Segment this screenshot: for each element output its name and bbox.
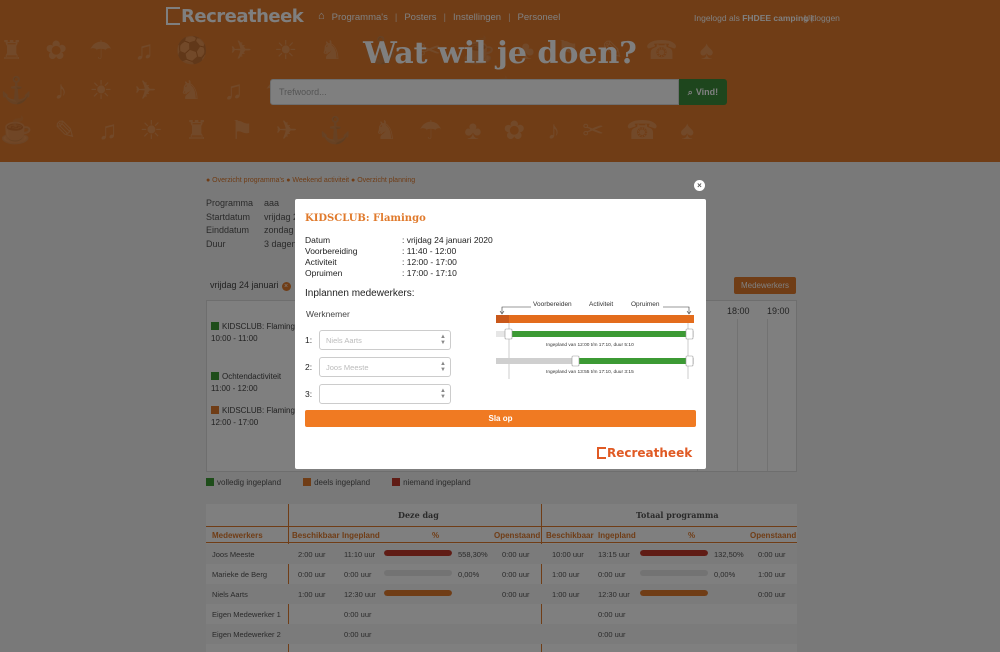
save-button[interactable]: Sla op [305, 410, 696, 427]
schedule-diagram: Voorbereiden Activiteit Opruimen Ingepla… [495, 299, 700, 379]
slider-handle [571, 355, 580, 367]
slot-1-summary: Ingepland van 12:00 t/m 17:10, duur 5:10 [546, 343, 634, 348]
modal-title: KIDSCLUB: Flamingo [305, 213, 426, 224]
planned-bar-1 [509, 331, 689, 337]
planned-bar-2 [576, 358, 689, 364]
activity-info: Datum: vrijdag 24 januari 2020 Voorberei… [305, 235, 493, 278]
prep-bar [496, 315, 509, 323]
planning-modal: KIDSCLUB: Flamingo Datum: vrijdag 24 jan… [295, 199, 706, 469]
chevron-updown-icon: ▲ ▼ [440, 388, 446, 400]
employee-column-label: Werknemer [306, 309, 350, 319]
slider-handle [504, 328, 513, 340]
employee-select[interactable]: ▲ ▼ [319, 384, 451, 404]
employee-select[interactable]: Joos Meeste ▲ ▼ [319, 357, 451, 377]
close-icon[interactable]: × [694, 180, 705, 191]
chevron-updown-icon: ▲ ▼ [440, 334, 446, 346]
modal-logo: Recreatheek [597, 446, 692, 460]
activity-bar [496, 315, 694, 323]
slot-2-summary: Ingepland van 13:55 t/m 17:10, duur 3:15 [546, 370, 634, 375]
slider-handle [685, 355, 694, 367]
section-title: Inplannen medewerkers: [305, 288, 415, 299]
slider-handle [685, 328, 694, 340]
employee-select[interactable]: Niels Aarts ▲ ▼ [319, 330, 451, 350]
chevron-updown-icon: ▲ ▼ [440, 361, 446, 373]
